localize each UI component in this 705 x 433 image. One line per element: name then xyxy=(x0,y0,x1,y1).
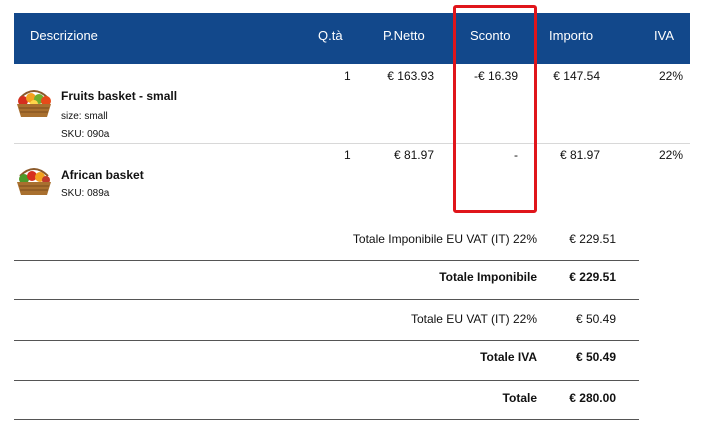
table-row: 1 € 81.97 - € 81.97 22% African basket S… xyxy=(14,144,690,206)
total-value: € 229.51 xyxy=(569,270,616,284)
product-name: African basket xyxy=(61,168,144,182)
table-header: Descrizione Q.tà P.Netto Sconto Importo … xyxy=(14,13,690,64)
fruit-basket-icon xyxy=(17,168,51,195)
header-qta: Q.tà xyxy=(318,28,343,43)
product-sku: SKU: 089a xyxy=(61,188,110,199)
total-label: Totale EU VAT (IT) 22% xyxy=(410,312,537,326)
total-label: Totale Imponibile EU VAT (IT) 22% xyxy=(352,232,537,246)
totals-divider xyxy=(14,419,639,420)
total-label: Totale Imponibile xyxy=(439,270,537,284)
grand-total-value: € 280.00 xyxy=(569,391,616,405)
grand-total-label: Totale xyxy=(502,391,537,405)
header-importo: Importo xyxy=(549,28,594,43)
totals-divider xyxy=(14,260,639,261)
item-pnetto: € 81.97 xyxy=(393,148,434,162)
item-iva: 22% xyxy=(658,148,683,162)
total-value: € 50.49 xyxy=(575,350,616,364)
header-pnetto: P.Netto xyxy=(383,28,425,43)
sconto-highlight-box xyxy=(453,5,537,213)
totals-divider xyxy=(14,299,639,300)
totals-divider xyxy=(14,340,639,341)
item-iva: 22% xyxy=(658,69,683,83)
table-row: 1 € 163.93 -€ 16.39 € 147.54 22% Fruits … xyxy=(14,64,690,143)
product-size: size: small xyxy=(61,111,108,122)
total-label: Totale IVA xyxy=(480,350,537,364)
fruit-basket-icon xyxy=(17,90,51,117)
header-descrizione: Descrizione xyxy=(30,28,98,43)
item-pnetto: € 163.93 xyxy=(387,69,434,83)
total-value: € 229.51 xyxy=(569,232,616,246)
product-name: Fruits basket - small xyxy=(61,89,178,103)
total-value: € 50.49 xyxy=(575,312,616,326)
product-sku: SKU: 090a xyxy=(61,129,110,140)
totals-divider xyxy=(14,380,639,381)
header-iva: IVA xyxy=(654,28,674,43)
